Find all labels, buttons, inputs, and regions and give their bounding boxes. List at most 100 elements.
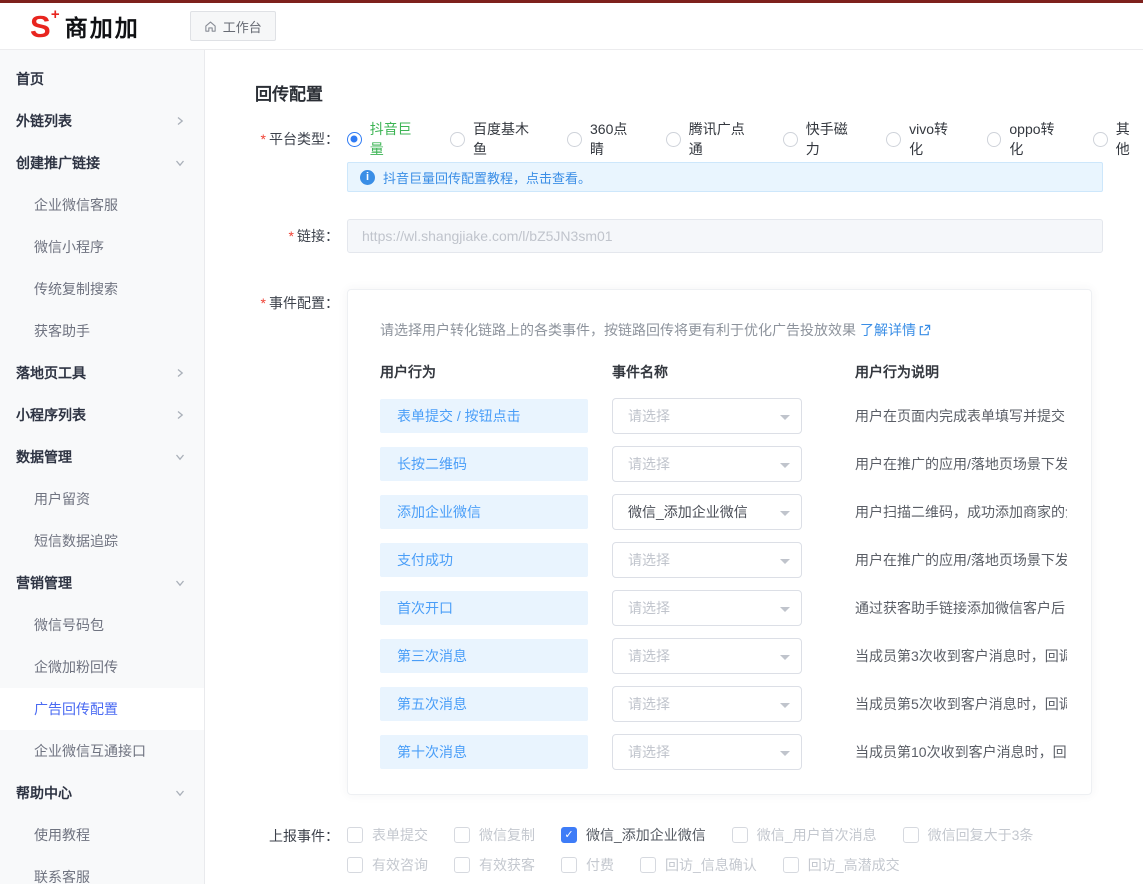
event-config-intro: 请选择用户转化链路上的各类事件，按链路回传将更有利于优化广告投放效果了解详情 bbox=[380, 320, 1067, 340]
behavior-chip[interactable]: 第十次消息 bbox=[380, 735, 588, 769]
sidebar-item[interactable]: 传统复制搜索 bbox=[0, 268, 204, 310]
event-name-select[interactable]: 请选择 bbox=[612, 398, 802, 434]
platform-type-label: *平台类型： bbox=[255, 129, 347, 149]
event-name-select[interactable]: 请选择 bbox=[612, 590, 802, 626]
platform-radio[interactable]: 360点睛 bbox=[567, 119, 640, 159]
radio-label: 抖音巨量 bbox=[370, 119, 425, 159]
report-event-checkbox[interactable]: ✓微信_用户首次消息 bbox=[732, 825, 877, 845]
sidebar-item[interactable]: 用户留资 bbox=[0, 478, 204, 520]
select-placeholder: 请选择 bbox=[628, 694, 670, 714]
home-icon bbox=[204, 20, 217, 33]
report-event-checkbox[interactable]: ✓回访_高潜成交 bbox=[783, 855, 900, 875]
report-event-checkbox[interactable]: ✓有效咨询 bbox=[347, 855, 428, 875]
event-row: 第五次消息 请选择 当成员第5次收到客户消息时，回调此事... bbox=[380, 680, 1067, 728]
event-name-select[interactable]: 请选择 bbox=[612, 734, 802, 770]
sidebar-item[interactable]: 帮助中心 bbox=[0, 772, 204, 814]
select-placeholder: 请选择 bbox=[628, 646, 670, 666]
link-input[interactable] bbox=[347, 219, 1103, 253]
checkbox-icon: ✓ bbox=[903, 827, 919, 843]
sidebar-item-label: 创建推广链接 bbox=[16, 153, 174, 173]
event-name-select[interactable]: 请选择 bbox=[612, 542, 802, 578]
event-name-select[interactable]: 微信_添加企业微信 bbox=[612, 494, 802, 530]
report-event-checkbox[interactable]: ✓微信_添加企业微信 bbox=[561, 825, 706, 845]
sidebar-item-label: 联系客服 bbox=[34, 867, 186, 884]
sidebar-item[interactable]: 外链列表 bbox=[0, 100, 204, 142]
checkbox-checked-icon: ✓ bbox=[561, 827, 577, 843]
sidebar-item[interactable]: 联系客服 bbox=[0, 856, 204, 884]
sidebar-item[interactable]: 落地页工具 bbox=[0, 352, 204, 394]
platform-radio[interactable]: 百度基木鱼 bbox=[450, 119, 541, 159]
radio-icon bbox=[666, 132, 681, 147]
event-row: 添加企业微信微信_添加企业微信用户扫描二维码，成功添加商家的企业微信 bbox=[380, 488, 1067, 536]
sidebar-item[interactable]: 首页 bbox=[0, 58, 204, 100]
behavior-chip[interactable]: 长按二维码 bbox=[380, 447, 588, 481]
behavior-chip[interactable]: 支付成功 bbox=[380, 543, 588, 577]
platform-radio[interactable]: 抖音巨量 bbox=[347, 119, 424, 159]
event-name-select[interactable]: 请选择 bbox=[612, 638, 802, 674]
link-row: *链接： bbox=[255, 219, 1143, 253]
link-label: *链接： bbox=[255, 226, 347, 246]
radio-label: 360点睛 bbox=[590, 119, 640, 159]
behavior-chip[interactable]: 添加企业微信 bbox=[380, 495, 588, 529]
topbar: S+ 商加加 工作台 bbox=[0, 3, 1143, 50]
platform-radio[interactable]: 其他 bbox=[1093, 119, 1143, 159]
checkbox-label: 回访_高潜成交 bbox=[808, 855, 900, 875]
report-event-checkbox[interactable]: ✓微信复制 bbox=[454, 825, 535, 845]
sidebar-item[interactable]: 微信号码包 bbox=[0, 604, 204, 646]
report-event-checkbox[interactable]: ✓付费 bbox=[561, 855, 614, 875]
sidebar-item-label: 广告回传配置 bbox=[34, 699, 186, 719]
report-events-row: 上报事件： ✓表单提交✓微信复制✓微信_添加企业微信✓微信_用户首次消息✓微信回… bbox=[255, 825, 1143, 884]
platform-radio[interactable]: oppo转化 bbox=[987, 119, 1067, 159]
behavior-chip[interactable]: 第五次消息 bbox=[380, 687, 588, 721]
event-config-row: *事件配置： 请选择用户转化链路上的各类事件，按链路回传将更有利于优化广告投放效… bbox=[255, 289, 1143, 795]
sidebar-item[interactable]: 企业微信客服 bbox=[0, 184, 204, 226]
select-placeholder: 请选择 bbox=[628, 550, 670, 570]
event-name-select[interactable]: 请选择 bbox=[612, 446, 802, 482]
sidebar-item[interactable]: 创建推广链接 bbox=[0, 142, 204, 184]
report-event-checkbox[interactable]: ✓回访_信息确认 bbox=[640, 855, 757, 875]
behavior-chip[interactable]: 表单提交 / 按钮点击 bbox=[380, 399, 588, 433]
sidebar-item[interactable]: 使用教程 bbox=[0, 814, 204, 856]
event-name-select[interactable]: 请选择 bbox=[612, 686, 802, 722]
behavior-description: 当成员第10次收到客户消息时，回调此事... bbox=[855, 742, 1067, 762]
radio-icon bbox=[450, 132, 465, 147]
checkbox-label: 微信复制 bbox=[479, 825, 535, 845]
sidebar-item[interactable]: 企业微信互通接口 bbox=[0, 730, 204, 772]
workspace-tab[interactable]: 工作台 bbox=[190, 11, 276, 41]
event-config-label: *事件配置： bbox=[255, 289, 347, 313]
chevron-down-icon bbox=[780, 703, 790, 713]
sidebar-item[interactable]: 企微加粉回传 bbox=[0, 646, 204, 688]
sidebar-item[interactable]: 短信数据追踪 bbox=[0, 520, 204, 562]
sidebar-item-label: 使用教程 bbox=[34, 825, 186, 845]
report-event-checkbox[interactable]: ✓表单提交 bbox=[347, 825, 428, 845]
report-event-checkbox[interactable]: ✓微信回复大于3条 bbox=[903, 825, 1034, 845]
chevron-down-icon bbox=[174, 451, 186, 463]
sidebar-item-label: 微信号码包 bbox=[34, 615, 186, 635]
page-title: 回传配置 bbox=[255, 80, 1143, 105]
platform-radio[interactable]: 快手磁力 bbox=[783, 119, 860, 159]
chevron-right-icon bbox=[174, 367, 186, 379]
sidebar-item-label: 外链列表 bbox=[16, 111, 174, 131]
behavior-chip[interactable]: 首次开口 bbox=[380, 591, 588, 625]
learn-more-link[interactable]: 了解详情 bbox=[860, 320, 931, 340]
sidebar-item[interactable]: 微信小程序 bbox=[0, 226, 204, 268]
event-config-panel: 请选择用户转化链路上的各类事件，按链路回传将更有利于优化广告投放效果了解详情 用… bbox=[347, 289, 1092, 795]
sidebar-item[interactable]: 数据管理 bbox=[0, 436, 204, 478]
platform-type-row: *平台类型： 抖音巨量百度基木鱼360点睛腾讯广点通快手磁力vivo转化oppo… bbox=[255, 129, 1143, 149]
sidebar-item[interactable]: 营销管理 bbox=[0, 562, 204, 604]
platform-radio[interactable]: 腾讯广点通 bbox=[666, 119, 757, 159]
radio-icon bbox=[347, 132, 362, 147]
sidebar-item-active[interactable]: 广告回传配置 bbox=[0, 688, 204, 730]
sidebar-item[interactable]: 获客助手 bbox=[0, 310, 204, 352]
behavior-description: 当成员第5次收到客户消息时，回调此事... bbox=[855, 694, 1067, 714]
checkbox-icon: ✓ bbox=[640, 857, 656, 873]
sidebar-item[interactable]: 小程序列表 bbox=[0, 394, 204, 436]
event-row: 第十次消息 请选择 当成员第10次收到客户消息时，回调此事... bbox=[380, 728, 1067, 776]
tutorial-alert[interactable]: i 抖音巨量回传配置教程，点击查看。 bbox=[347, 162, 1103, 192]
checkbox-icon: ✓ bbox=[732, 827, 748, 843]
behavior-description: 当成员第3次收到客户消息时，回调此事... bbox=[855, 646, 1067, 666]
behavior-chip[interactable]: 第三次消息 bbox=[380, 639, 588, 673]
report-event-checkbox[interactable]: ✓有效获客 bbox=[454, 855, 535, 875]
platform-radio[interactable]: vivo转化 bbox=[886, 119, 960, 159]
select-placeholder: 请选择 bbox=[628, 742, 670, 762]
